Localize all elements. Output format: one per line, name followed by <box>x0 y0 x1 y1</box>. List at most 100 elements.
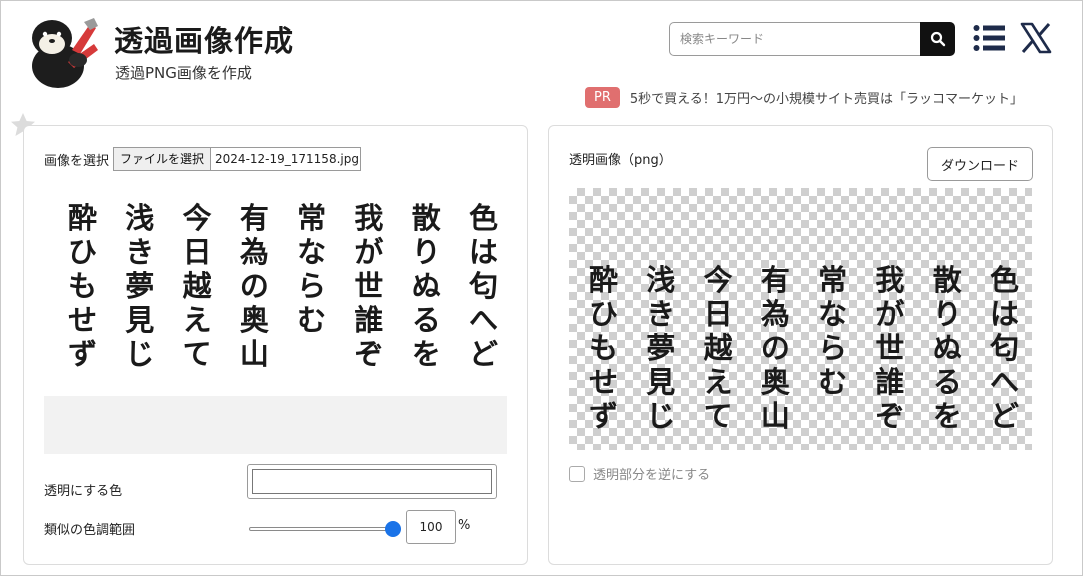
search-icon <box>930 31 945 47</box>
poem-character: ず <box>68 337 98 371</box>
poem-character: は <box>468 235 498 269</box>
transparent-image-preview: 色は匂へど散りぬるを我が世誰ぞ常ならむ有為の奥山今日越えて浅き夢見じ酔ひもせず <box>569 188 1032 450</box>
poem-character: 山 <box>760 399 790 433</box>
search-button[interactable] <box>920 22 955 56</box>
poem-character: ひ <box>589 297 619 331</box>
page-subtitle: 透過PNG画像を作成 <box>115 64 252 82</box>
invert-label: 透明部分を逆にする <box>593 468 711 483</box>
pr-link-text[interactable]: 5秒で買える！1万円〜の小規模サイト売買は「ラッコマーケット」 <box>630 88 1023 107</box>
color-swatch <box>252 469 492 494</box>
poem-character: ど <box>989 399 1019 433</box>
poem-column: 我が世誰ぞ <box>354 201 383 371</box>
poem-column: 散りぬるを <box>412 201 441 371</box>
pr-badge: PR <box>585 87 620 108</box>
poem-character: 浅 <box>646 263 676 297</box>
poem-character: ら <box>297 269 327 303</box>
poem-character: 色 <box>468 201 498 235</box>
poem-character: じ <box>646 399 676 433</box>
transparent-color-picker[interactable] <box>247 464 497 499</box>
poem-character: て <box>703 399 733 433</box>
tolerance-slider[interactable] <box>249 521 401 537</box>
poem-character: り <box>932 297 962 331</box>
poem-character: 見 <box>125 303 155 337</box>
poem-character: 夢 <box>646 331 676 365</box>
poem-character: ひ <box>68 235 98 269</box>
image-bottom-area <box>44 396 507 454</box>
poem-character: え <box>703 365 733 399</box>
poem-column: 浅き夢見じ <box>646 263 675 433</box>
poem-column: 今日越えて <box>183 201 212 371</box>
poem-character: 常 <box>818 263 848 297</box>
poem-character: ず <box>589 399 619 433</box>
poem-character: な <box>297 235 327 269</box>
poem-column: 有為の奥山 <box>240 201 269 371</box>
poem-character: 酔 <box>589 263 619 297</box>
poem-character: 世 <box>875 331 905 365</box>
list-menu-icon[interactable] <box>973 24 1005 52</box>
pr-banner[interactable]: PR 5秒で買える！1万円〜の小規模サイト売買は「ラッコマーケット」 <box>585 87 1023 108</box>
poem-character: ぞ <box>875 399 905 433</box>
download-button[interactable]: ダウンロード <box>927 147 1033 181</box>
file-select-button[interactable]: ファイルを選択 <box>114 148 212 170</box>
poem-column: 今日越えて <box>704 263 733 433</box>
source-image-preview: 色は匂へど散りぬるを我が世誰ぞ常ならむ有為の奥山今日越えて浅き夢見じ酔ひもせず <box>68 201 498 371</box>
poem-character: き <box>646 297 676 331</box>
poem-character: 誰 <box>875 365 905 399</box>
poem-character: 有 <box>760 263 790 297</box>
poem-column: 浅き夢見じ <box>125 201 154 371</box>
poem-character: ぞ <box>354 337 384 371</box>
file-select-label: 画像を選択 <box>44 153 110 169</box>
input-panel: 画像を選択 ファイルを選択 2024-12-19_171158.jpg 色は匂へ… <box>23 125 528 565</box>
poem-character: ら <box>818 331 848 365</box>
file-name: 2024-12-19_171158.jpg <box>215 152 359 166</box>
poem-column: 我が世誰ぞ <box>875 263 904 433</box>
otter-logo-icon[interactable] <box>28 14 100 88</box>
poem-character: も <box>68 269 98 303</box>
poem-character: え <box>182 303 212 337</box>
poem-character: せ <box>589 365 619 399</box>
poem-character: ど <box>468 337 498 371</box>
poem-column: 酔ひもせず <box>68 201 97 371</box>
poem-character: を <box>932 399 962 433</box>
poem-character: 日 <box>703 297 733 331</box>
search-input[interactable] <box>669 22 920 56</box>
poem-character: 山 <box>239 337 269 371</box>
poem-character: 世 <box>354 269 384 303</box>
poem-character: せ <box>68 303 98 337</box>
tolerance-unit: % <box>458 518 471 533</box>
poem-column: 有為の奥山 <box>761 263 790 433</box>
slider-thumb[interactable] <box>385 521 401 537</box>
poem-character: は <box>989 297 1019 331</box>
poem-character: 夢 <box>125 269 155 303</box>
x-logo-icon[interactable] <box>1020 22 1052 54</box>
output-image-content: 色は匂へど散りぬるを我が世誰ぞ常ならむ有為の奥山今日越えて浅き夢見じ酔ひもせず <box>589 263 1019 433</box>
tolerance-label: 類似の色調範囲 <box>44 523 136 538</box>
poem-character: が <box>875 297 905 331</box>
poem-character: 越 <box>182 269 212 303</box>
poem-column: 酔ひもせず <box>589 263 618 433</box>
poem-character: て <box>182 337 212 371</box>
poem-character: 匂 <box>468 269 498 303</box>
output-panel: 透明画像（png） ダウンロード 色は匂へど散りぬるを我が世誰ぞ常ならむ有為の奥… <box>548 125 1053 565</box>
poem-character: 散 <box>932 263 962 297</box>
poem-character: 色 <box>989 263 1019 297</box>
poem-character: 為 <box>239 235 269 269</box>
poem-character: ぬ <box>932 331 962 365</box>
poem-character: 越 <box>703 331 733 365</box>
poem-character: へ <box>989 365 1019 399</box>
poem-character: の <box>239 269 269 303</box>
poem-column: 常ならむ <box>297 201 326 371</box>
transparent-color-label: 透明にする色 <box>44 484 123 499</box>
poem-character: 我 <box>875 263 905 297</box>
tolerance-input[interactable] <box>406 510 456 544</box>
poem-character: 見 <box>646 365 676 399</box>
poem-character: き <box>125 235 155 269</box>
poem-character: む <box>297 303 327 337</box>
file-input[interactable]: ファイルを選択 2024-12-19_171158.jpg <box>113 147 362 171</box>
invert-checkbox[interactable] <box>569 465 585 482</box>
invert-option[interactable]: 透明部分を逆にする <box>569 464 710 483</box>
poem-column: 色は匂へど <box>990 263 1019 433</box>
poem-character: 常 <box>297 201 327 235</box>
poem-character: り <box>411 235 441 269</box>
poem-character: 有 <box>239 201 269 235</box>
